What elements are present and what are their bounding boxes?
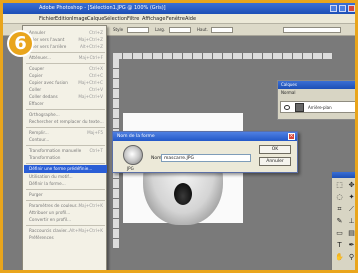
height-label: Haut. xyxy=(197,27,208,32)
dialog-title: Nom de la forme xyxy=(113,132,297,141)
crop-tool-icon[interactable]: ⌗ xyxy=(335,205,344,214)
menu-edition[interactable]: Edition xyxy=(55,16,72,22)
menu-item[interactable]: Remplir... Maj+F5 xyxy=(29,130,103,137)
brush-tool-icon[interactable]: ✎ xyxy=(335,217,344,226)
blend-mode[interactable]: Normal xyxy=(281,90,295,95)
style-select[interactable] xyxy=(127,27,149,33)
menu-item[interactable]: Convertir en profil... xyxy=(29,217,103,224)
step-badge: 6 xyxy=(7,30,34,57)
menu-item[interactable]: Purger xyxy=(29,192,103,199)
height-field[interactable] xyxy=(211,27,233,33)
menu-separator xyxy=(26,145,105,146)
wand-tool-icon[interactable]: ✦ xyxy=(347,193,355,202)
screenshot-frame: Adobe Photoshop - [Sélection1.JPG @ 100%… xyxy=(0,0,358,273)
menu-item[interactable]: Transformation manuelle Ctrl+T xyxy=(29,148,103,155)
eraser-tool-icon[interactable]: ▭ xyxy=(335,229,344,238)
menu-item[interactable]: Orthographe... xyxy=(29,112,103,119)
menu-item-highlighted[interactable]: Définir une forme prédéfinie... xyxy=(24,165,107,173)
menu-item[interactable]: Préférences xyxy=(29,235,103,242)
menu-item[interactable]: Attribuer un profil... xyxy=(29,210,103,217)
menu-separator xyxy=(26,52,105,53)
open-mouth-shape xyxy=(174,183,192,205)
shape-name-dialog: Nom de la forme × JPG Nom : mascarre.JPG… xyxy=(112,131,298,173)
palette-well[interactable] xyxy=(283,27,341,33)
menu-separator xyxy=(26,200,105,201)
title-bar: Adobe Photoshop - [Sélection1.JPG @ 100%… xyxy=(3,3,355,14)
layers-panel: Calques Normal Arrière-plan xyxy=(277,80,355,120)
eye-icon[interactable] xyxy=(284,105,290,110)
menu-filtre[interactable]: Filtre xyxy=(127,16,139,22)
menu-item[interactable]: Copier Ctrl+C xyxy=(29,73,103,80)
tools-palette: ⬚ ✥ ◌ ✦ ⌗ ⟋ ✎ ⊥ ▭ ▤ T ✒ ✋ ⚲ xyxy=(331,171,355,270)
shape-preview-caption: JPG xyxy=(127,166,134,171)
menu-item[interactable]: Coller Ctrl+V xyxy=(29,87,103,94)
menu-fichier[interactable]: Fichier xyxy=(39,16,55,22)
menu-separator xyxy=(26,189,105,190)
menu-affichage[interactable]: Affichage xyxy=(142,16,166,22)
layer-name: Arrière-plan xyxy=(308,105,332,110)
maximize-button[interactable] xyxy=(339,5,346,12)
minimize-button[interactable] xyxy=(330,5,337,12)
cancel-button[interactable]: Annuler xyxy=(259,157,291,166)
type-tool-icon[interactable]: T xyxy=(335,241,344,250)
close-icon[interactable]: × xyxy=(288,133,295,140)
width-label: Larg. xyxy=(155,27,166,32)
menu-item[interactable]: Aller vers l'arrière Alt+Ctrl+Z xyxy=(29,44,103,51)
stamp-tool-icon[interactable]: ⊥ xyxy=(347,217,355,226)
menu-image[interactable]: Image xyxy=(72,16,88,22)
menu-item[interactable]: Couper Ctrl+X xyxy=(29,66,103,73)
menu-separator xyxy=(26,225,105,226)
menu-item[interactable]: Transformation xyxy=(29,155,103,162)
slice-tool-icon[interactable]: ⟋ xyxy=(347,205,355,214)
menu-item[interactable]: Rechercher et remplacer du texte... xyxy=(29,119,104,126)
menu-item[interactable]: Définir la forme... xyxy=(29,181,103,188)
menu-aide[interactable]: Aide xyxy=(185,16,196,22)
pen-tool-icon[interactable]: ✒ xyxy=(347,241,355,250)
menu-item[interactable]: Effacer xyxy=(29,101,103,108)
menu-separator xyxy=(26,109,105,110)
edit-menu-dropdown: Annuler Ctrl+Z Aller vers l'avant Maj+Ctrl… xyxy=(22,25,107,270)
style-label: Style xyxy=(113,27,124,32)
tools-header xyxy=(332,172,355,178)
hand-tool-icon[interactable]: ✋ xyxy=(335,253,344,262)
width-field[interactable] xyxy=(169,27,191,33)
menu-item[interactable]: Utilisation du motif... xyxy=(29,174,103,181)
gradient-tool-icon[interactable]: ▤ xyxy=(347,229,355,238)
menu-item[interactable]: Coller dedans Maj+Ctrl+V xyxy=(29,94,103,101)
move-tool-icon[interactable]: ✥ xyxy=(347,181,355,190)
ok-button[interactable]: OK xyxy=(259,145,291,154)
menu-item[interactable]: Raccourcis clavier... Alt+Maj+Ctrl+K xyxy=(29,228,103,235)
layers-panel-title: Calques xyxy=(278,81,355,89)
menu-item[interactable]: Aller vers l'avant Maj+Ctrl+Z xyxy=(29,37,103,44)
menu-item[interactable]: Atténuer... Maj+Ctrl+F xyxy=(29,55,103,62)
menu-calque[interactable]: Calque xyxy=(87,16,104,22)
menu-fenetre[interactable]: Fenêtre xyxy=(166,16,185,22)
menu-separator xyxy=(26,127,105,128)
lasso-tool-icon[interactable]: ◌ xyxy=(335,193,344,202)
zoom-tool-icon[interactable]: ⚲ xyxy=(347,253,355,262)
menu-separator xyxy=(26,63,105,64)
menu-selection[interactable]: Sélection xyxy=(104,16,127,22)
menu-item[interactable]: Paramètres de couleur... Maj+Ctrl+K xyxy=(29,203,103,210)
layer-thumbnail xyxy=(295,103,304,112)
horizontal-ruler xyxy=(113,53,333,59)
close-window-button[interactable] xyxy=(348,5,355,12)
menu-item[interactable]: Copier avec fusion Maj+Ctrl+C xyxy=(29,80,103,87)
menu-bar: Fichier Edition Image Calque Sélection F… xyxy=(3,14,355,24)
layer-row[interactable]: Arrière-plan xyxy=(280,101,355,113)
menu-item[interactable]: Contour... xyxy=(29,137,103,144)
window-title: Adobe Photoshop - [Sélection1.JPG @ 100%… xyxy=(39,5,166,11)
menu-separator xyxy=(26,163,105,164)
shape-preview-icon xyxy=(123,145,143,165)
marquee-tool-icon[interactable]: ⬚ xyxy=(335,181,344,190)
menu-item[interactable]: Annuler Ctrl+Z xyxy=(29,30,103,37)
name-field[interactable]: mascarre.JPG xyxy=(161,154,251,162)
